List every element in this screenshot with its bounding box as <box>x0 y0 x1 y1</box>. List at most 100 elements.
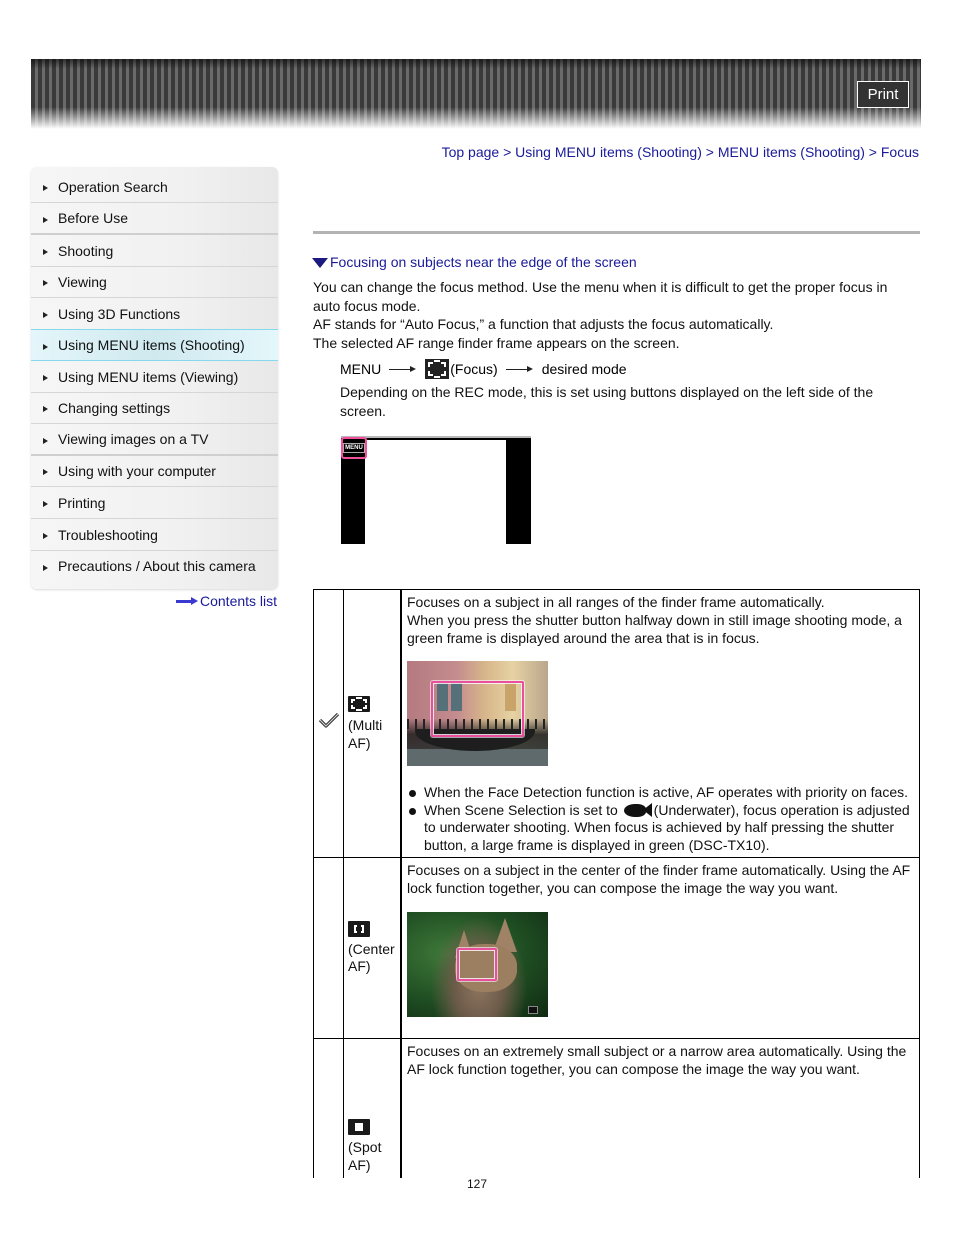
mode-description: Focuses on an extremely small subject or… <box>407 1043 907 1077</box>
sidebar-item-label: Using MENU items (Shooting) <box>58 337 245 353</box>
arrow-right-icon <box>176 597 198 605</box>
screen-menu-button-label: MENU <box>343 443 365 453</box>
sidebar-item-label: Using 3D Functions <box>58 305 181 322</box>
triangle-right-icon <box>43 185 48 191</box>
mode-description: Focuses on a subject in all ranges of th… <box>407 594 825 610</box>
contents-list-label: Contents list <box>200 593 278 609</box>
center-af-icon <box>348 921 370 937</box>
multi-af-example-photo <box>407 661 548 766</box>
center-af-icon <box>528 1006 538 1014</box>
mode-label: AF) <box>348 958 371 974</box>
camera-screen-diagram: MENU <box>341 436 531 544</box>
multi-af-icon <box>348 696 370 712</box>
sidebar-item-label: Before Use <box>58 210 129 226</box>
sidebar-item-label: Printing <box>58 494 106 511</box>
triangle-right-icon <box>43 501 48 507</box>
sidebar-item-troubleshooting[interactable]: Troubleshooting <box>31 519 278 551</box>
triangle-right-icon <box>43 469 48 475</box>
sidebar-item-label: Viewing <box>58 273 107 290</box>
sidebar-item-precautions[interactable]: Precautions / About this camera <box>31 550 278 582</box>
arrow-right-icon <box>387 365 419 373</box>
description-column-cell: Focuses on a subject in all ranges of th… <box>402 590 920 857</box>
mode-label: AF) <box>348 735 371 751</box>
print-button[interactable]: Print <box>857 81 909 108</box>
section-jump-link[interactable]: Focusing on subjects near the edge of th… <box>312 254 637 270</box>
sidebar-item-viewing[interactable]: Viewing <box>31 266 278 298</box>
sidebar-item-operation-search[interactable]: Operation Search <box>31 171 278 203</box>
menu-path-step-focus: (Focus) <box>450 361 498 377</box>
table-row-center-af: (Center AF) Focuses on a subject in the … <box>313 857 920 1038</box>
title-divider <box>313 231 920 234</box>
sidebar-item-before-use[interactable]: Before Use <box>31 203 278 235</box>
menu-path: MENU (Focus) desired mode <box>340 359 627 379</box>
sidebar-item-label: Using with your computer <box>58 462 216 479</box>
af-range-frame <box>431 681 524 737</box>
sidebar-item-using-3d-functions[interactable]: Using 3D Functions <box>31 298 278 330</box>
menu-path-step-menu: MENU <box>340 361 382 377</box>
note-underwater: When Scene Selection is set to (Underwat… <box>407 802 919 855</box>
breadcrumb-using-menu-items-shooting[interactable]: Using MENU items (Shooting) <box>515 144 702 160</box>
breadcrumb: Top page > Using MENU items (Shooting) >… <box>442 144 919 160</box>
sidebar-item-label: Troubleshooting <box>58 526 158 543</box>
af-range-frame <box>457 948 497 981</box>
sidebar-item-label: Using MENU items (Viewing) <box>58 368 239 385</box>
triangle-right-icon <box>43 564 48 571</box>
description-column-cell: Focuses on a subject in the center of th… <box>402 858 920 1038</box>
menu-path-step-mode: desired mode <box>541 361 627 377</box>
section-link-label: Focusing on subjects near the edge of th… <box>330 254 637 270</box>
breadcrumb-top-page[interactable]: Top page <box>442 144 500 160</box>
triangle-right-icon <box>43 216 48 223</box>
breadcrumb-separator: > <box>868 144 877 160</box>
triangle-right-icon <box>43 343 48 350</box>
intro-af-definition: AF stands for “Auto Focus,” a function t… <box>313 316 774 332</box>
mode-label: (Spot <box>348 1139 382 1155</box>
mode-label: (Center <box>348 941 395 957</box>
triangle-right-icon <box>43 533 48 539</box>
header-banner: Print <box>31 59 921 129</box>
menu-note: Depending on the REC mode, this is set u… <box>340 384 874 419</box>
spot-af-icon <box>348 1119 370 1135</box>
focus-icon <box>425 359 450 379</box>
sidebar-nav: Operation Search Before Use Shooting Vie… <box>31 167 278 589</box>
multi-af-notes: When the Face Detection function is acti… <box>407 784 919 854</box>
sidebar-item-label: Shooting <box>58 242 114 259</box>
sidebar-item-using-menu-items-viewing[interactable]: Using MENU items (Viewing) <box>31 361 278 393</box>
mode-description-detail: When you press the shutter button halfwa… <box>407 612 902 646</box>
breadcrumb-separator: > <box>503 144 512 160</box>
breadcrumb-separator: > <box>705 144 714 160</box>
table-row-spot-af: (Spot AF) Focuses on an extremely small … <box>313 1038 920 1178</box>
sidebar-item-printing[interactable]: Printing <box>31 487 278 519</box>
center-af-example-photo <box>407 912 548 1017</box>
sidebar-item-label: Changing settings <box>58 399 171 416</box>
table-row-multi-af: (Multi AF) Focuses on a subject in all r… <box>313 589 920 857</box>
sidebar-item-label: Precautions / About this camera <box>58 558 256 574</box>
bullet-icon <box>409 790 416 797</box>
triangle-right-icon <box>43 280 48 286</box>
mode-column-cell: (Multi AF) <box>343 590 402 857</box>
breadcrumb-focus[interactable]: Focus <box>881 144 919 160</box>
underwater-fish-icon <box>623 802 652 817</box>
sidebar-item-using-menu-items-shooting[interactable]: Using MENU items (Shooting) <box>31 329 278 361</box>
sidebar-item-label: Operation Search <box>58 178 168 195</box>
sidebar-item-using-with-your-computer[interactable]: Using with your computer <box>31 455 278 487</box>
arrow-right-icon <box>504 365 536 373</box>
checkmark-icon <box>318 712 340 728</box>
page-number: 127 <box>467 1177 488 1191</box>
note-face-detection: When the Face Detection function is acti… <box>407 784 919 802</box>
screen-menu-button-highlight: MENU <box>341 437 367 459</box>
default-column-cell <box>313 590 344 857</box>
intro-frame-note: The selected AF range finder frame appea… <box>313 335 680 351</box>
contents-list-link[interactable]: Contents list <box>176 593 277 609</box>
sidebar-item-changing-settings[interactable]: Changing settings <box>31 392 278 424</box>
mode-label: AF) <box>348 1157 371 1173</box>
mode-description: Focuses on a subject in the center of th… <box>407 862 911 896</box>
sidebar-item-viewing-images-on-a-tv[interactable]: Viewing images on a TV <box>31 424 278 456</box>
triangle-down-icon <box>312 257 328 268</box>
default-column-cell <box>313 1039 344 1178</box>
triangle-right-icon <box>43 249 48 255</box>
sidebar-item-label: Viewing images on a TV <box>58 431 209 447</box>
breadcrumb-menu-items-shooting[interactable]: MENU items (Shooting) <box>718 144 865 160</box>
default-column-cell <box>313 858 344 1038</box>
triangle-right-icon <box>43 406 48 412</box>
sidebar-item-shooting[interactable]: Shooting <box>31 235 278 267</box>
